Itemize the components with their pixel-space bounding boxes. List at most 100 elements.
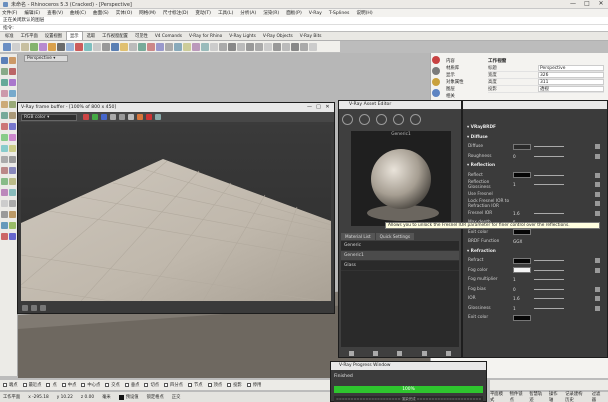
osnap-checkbox-icon[interactable] bbox=[124, 383, 129, 387]
lights-icon[interactable] bbox=[359, 113, 370, 125]
param-slider[interactable] bbox=[534, 146, 564, 148]
param-value[interactable]: 0 bbox=[513, 154, 531, 159]
lens-effects-icon[interactable] bbox=[31, 304, 37, 311]
toolbar-tab[interactable]: 工作平面 bbox=[18, 32, 41, 40]
blue-channel-icon[interactable] bbox=[101, 114, 107, 120]
left-tool-icon[interactable] bbox=[1, 211, 8, 218]
toolbar-tab[interactable]: 选取 bbox=[84, 32, 99, 40]
toolbar-tool-icon[interactable] bbox=[192, 42, 200, 51]
left-tool-icon[interactable] bbox=[9, 200, 16, 207]
menu-item[interactable]: 工具(L) bbox=[218, 10, 233, 16]
param-slider[interactable] bbox=[534, 260, 564, 262]
param-value[interactable]: 1 bbox=[513, 277, 531, 282]
left-tool-icon[interactable] bbox=[1, 57, 8, 64]
toolbar-tool-icon[interactable] bbox=[129, 42, 137, 51]
color-swatch[interactable] bbox=[513, 257, 531, 264]
settings-icon[interactable] bbox=[410, 113, 421, 125]
param-value[interactable]: 1.6 bbox=[513, 211, 531, 216]
panel-list-item[interactable]: 对象属性 bbox=[446, 79, 486, 86]
left-tool-icon[interactable] bbox=[1, 233, 8, 240]
toolbar-tab[interactable]: V4 Comands bbox=[152, 33, 185, 40]
toolbar-tool-icon[interactable] bbox=[147, 42, 155, 51]
osnap-checkbox-icon[interactable] bbox=[207, 383, 212, 387]
vfb-close-button[interactable]: ✕ bbox=[323, 103, 332, 111]
toolbar-tool-icon[interactable] bbox=[174, 42, 182, 51]
teapot-icon[interactable] bbox=[155, 114, 161, 120]
left-tool-icon[interactable] bbox=[1, 68, 8, 75]
osnap-item[interactable]: 中点 bbox=[61, 382, 76, 388]
osnap-item[interactable]: 停用 bbox=[246, 382, 261, 388]
geometry-icon[interactable] bbox=[376, 113, 387, 125]
left-tool-icon[interactable] bbox=[9, 222, 16, 229]
left-tool-icon[interactable] bbox=[1, 145, 8, 152]
menu-item[interactable]: 尺寸标注(D) bbox=[163, 10, 189, 16]
vfb-channel-select[interactable]: RGB color ▾ bbox=[21, 113, 77, 121]
osnap-item[interactable]: 最近点 bbox=[22, 382, 41, 388]
color-swatch[interactable] bbox=[513, 143, 531, 150]
left-tool-icon[interactable] bbox=[1, 134, 8, 141]
toolbar-tool-icon[interactable] bbox=[48, 42, 56, 51]
osnap-item[interactable]: 端点 bbox=[3, 382, 18, 388]
render-icon[interactable] bbox=[137, 114, 143, 120]
texture-slot-icon[interactable] bbox=[595, 258, 600, 264]
osnap-item[interactable]: 中心点 bbox=[81, 382, 100, 388]
status-snap8[interactable]: 过滤器 bbox=[592, 391, 602, 402]
toolbar-tool-icon[interactable] bbox=[120, 42, 128, 51]
clear-image-icon[interactable] bbox=[119, 114, 125, 120]
maximize-button[interactable]: □ bbox=[580, 0, 594, 8]
menu-item[interactable]: 变动(T) bbox=[195, 10, 211, 16]
osnap-checkbox-icon[interactable] bbox=[227, 383, 232, 387]
save-image-icon[interactable] bbox=[110, 114, 116, 120]
toolbar-tab[interactable]: V-Ray Lights bbox=[226, 33, 259, 40]
status-snap1[interactable]: 锁定格点 bbox=[147, 394, 164, 400]
material-list-item[interactable]: Generic1 bbox=[341, 251, 459, 261]
left-tool-icon[interactable] bbox=[1, 200, 8, 207]
param-slider[interactable] bbox=[534, 279, 564, 281]
status-snap4[interactable]: 物件锁点 bbox=[510, 391, 524, 402]
properties-icon[interactable] bbox=[432, 56, 440, 64]
material-section-header[interactable]: ▾ Diffuse bbox=[465, 133, 605, 143]
param-slider[interactable] bbox=[534, 174, 564, 176]
osnap-item[interactable]: 交点 bbox=[105, 382, 120, 388]
property-value[interactable]: 311 bbox=[538, 79, 604, 85]
toolbar-tool-icon[interactable] bbox=[102, 42, 110, 51]
history-icon[interactable] bbox=[22, 304, 28, 311]
texture-slot-icon[interactable] bbox=[595, 144, 600, 150]
toolbar-tool-icon[interactable] bbox=[255, 42, 263, 51]
menu-item[interactable]: 文件(F) bbox=[2, 10, 17, 16]
left-tool-icon[interactable] bbox=[9, 112, 16, 119]
left-tool-icon[interactable] bbox=[9, 68, 16, 75]
toolbar-tool-icon[interactable] bbox=[246, 42, 254, 51]
toolbar-tool-icon[interactable] bbox=[66, 42, 74, 51]
osnap-checkbox-icon[interactable] bbox=[144, 383, 149, 387]
left-tool-icon[interactable] bbox=[1, 178, 8, 185]
texture-slot-icon[interactable] bbox=[595, 305, 600, 311]
status-snap5[interactable]: 智慧轨迹 bbox=[529, 391, 543, 402]
left-tool-icon[interactable] bbox=[9, 167, 16, 174]
texture-slot-icon[interactable] bbox=[595, 182, 600, 188]
left-tool-icon[interactable] bbox=[9, 134, 16, 141]
texture-slot-icon[interactable] bbox=[595, 296, 600, 302]
toolbar-tool-icon[interactable] bbox=[138, 42, 146, 51]
param-value[interactable]: GGX bbox=[513, 239, 531, 244]
material-section-header[interactable]: ▾ Refraction bbox=[465, 247, 605, 257]
param-slider[interactable] bbox=[534, 269, 564, 271]
panel-list-item[interactable]: 相关 bbox=[446, 93, 486, 100]
toolbar-tool-icon[interactable] bbox=[75, 42, 83, 51]
toolbar-tool-icon[interactable] bbox=[300, 42, 308, 51]
save-icon[interactable] bbox=[397, 350, 403, 356]
vfb-maximize-button[interactable]: □ bbox=[314, 103, 323, 111]
status-snap2[interactable]: 正交 bbox=[172, 394, 181, 400]
left-tool-icon[interactable] bbox=[1, 222, 8, 229]
texture-slot-icon[interactable] bbox=[595, 210, 600, 216]
toolbar-tool-icon[interactable] bbox=[201, 42, 209, 51]
param-slider[interactable] bbox=[534, 288, 564, 290]
status-snap6[interactable]: 操作轴 bbox=[549, 391, 559, 402]
osnap-item[interactable]: 垂点 bbox=[124, 382, 139, 388]
texture-slot-icon[interactable] bbox=[595, 286, 600, 292]
osnap-item[interactable]: 投影 bbox=[227, 382, 242, 388]
close-button[interactable]: ✕ bbox=[594, 0, 608, 8]
texture-slot-icon[interactable] bbox=[595, 267, 600, 273]
material-section-header[interactable]: ▾ Reflection bbox=[465, 161, 605, 171]
menu-item[interactable]: 查看(V) bbox=[47, 10, 63, 16]
